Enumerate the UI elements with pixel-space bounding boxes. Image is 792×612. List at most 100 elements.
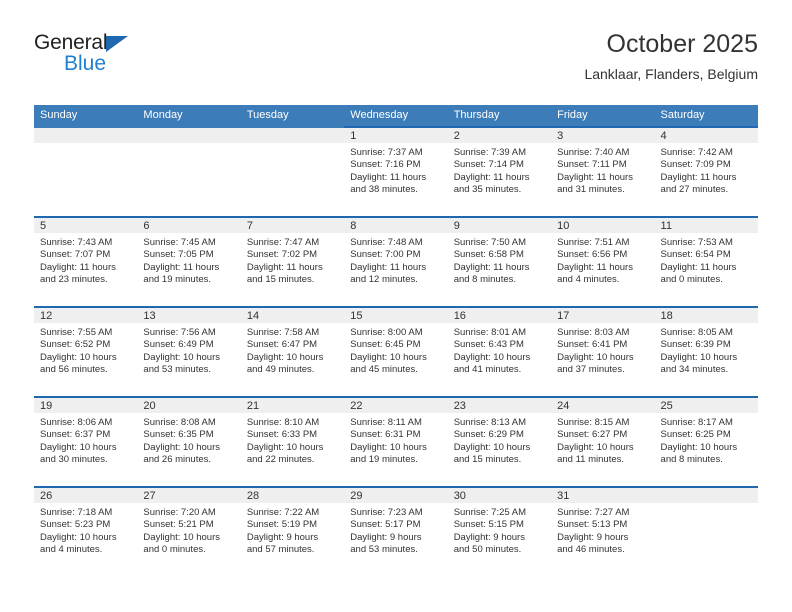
calendar-day-cell[interactable]: 27 Sunrise: 7:20 AM Sunset: 5:21 PM Dayligh… — [137, 486, 241, 576]
calendar-day-cell[interactable]: 3 Sunrise: 7:40 AM Sunset: 7:11 PM Daylight… — [551, 126, 655, 216]
day-details: Sunrise: 8:10 AM Sunset: 6:33 PM Daylight:… — [241, 413, 344, 466]
calendar-day-cell[interactable]: 6 Sunrise: 7:45 AM Sunset: 7:05 PM Daylight… — [137, 216, 241, 306]
daylight-duration-line2: and 23 minutes. — [40, 273, 108, 285]
day-number: 28 — [240, 488, 345, 503]
calendar-day-cell[interactable]: 15 Sunrise: 8:00 AM Sunset: 6:45 PM Dayligh… — [344, 306, 448, 396]
day-number: 4 — [654, 128, 758, 143]
calendar-week-row: 19 Sunrise: 8:06 AM Sunset: 6:37 PM Dayligh… — [34, 396, 758, 486]
calendar-day-cell[interactable]: 9 Sunrise: 7:50 AM Sunset: 6:58 PM Daylight… — [447, 216, 552, 306]
day-details: Sunrise: 7:39 AM Sunset: 7:14 PM Daylight:… — [448, 143, 551, 196]
calendar-day-cell[interactable]: 19 Sunrise: 8:06 AM Sunset: 6:37 PM Dayligh… — [34, 396, 138, 486]
sunrise-time: Sunrise: 8:05 AM — [660, 327, 733, 338]
daylight-duration-line1: Daylight: 10 hours — [557, 351, 634, 363]
sunset-time: Sunset: 5:15 PM — [453, 519, 524, 531]
sunset-time: Sunset: 6:27 PM — [557, 429, 628, 441]
sunrise-time: Sunrise: 7:40 AM — [557, 147, 630, 158]
day-cell-inner: 12 Sunrise: 7:55 AM Sunset: 6:52 PM Dayligh… — [34, 306, 138, 396]
calendar-day-cell[interactable]: 30 Sunrise: 7:25 AM Sunset: 5:15 PM Dayligh… — [447, 486, 552, 576]
daylight-duration-line2: and 4 minutes. — [557, 273, 620, 285]
calendar-day-cell[interactable]: 12 Sunrise: 7:55 AM Sunset: 6:52 PM Dayligh… — [34, 306, 138, 396]
day-cell-inner: 30 Sunrise: 7:25 AM Sunset: 5:15 PM Dayligh… — [447, 486, 552, 576]
sunset-time: Sunset: 7:09 PM — [660, 159, 731, 171]
daylight-duration-line1: Daylight: 11 hours — [350, 261, 427, 273]
day-number: 7 — [240, 218, 345, 233]
day-number: 19 — [34, 398, 138, 413]
page-title: October 2025 — [606, 30, 759, 58]
calendar-day-cell[interactable]: 13 Sunrise: 7:56 AM Sunset: 6:49 PM Dayligh… — [137, 306, 241, 396]
day-details: Sunrise: 7:58 AM Sunset: 6:47 PM Daylight:… — [241, 323, 344, 376]
daylight-duration-line2: and 57 minutes. — [246, 543, 315, 555]
calendar-day-cell[interactable]: 8 Sunrise: 7:48 AM Sunset: 7:00 PM Daylight… — [344, 216, 448, 306]
day-number: 3 — [551, 128, 655, 143]
sunrise-time: Sunrise: 8:13 AM — [453, 417, 527, 428]
calendar-day-cell[interactable]: 10 Sunrise: 7:51 AM Sunset: 6:56 PM Dayligh… — [551, 216, 655, 306]
calendar-day-cell[interactable]: 4 Sunrise: 7:42 AM Sunset: 7:09 PM Daylight… — [654, 126, 758, 216]
location-subtitle: Lanklaar, Flanders, Belgium — [584, 65, 758, 82]
weekday-header-friday: Friday — [551, 105, 655, 126]
sunrise-time: Sunrise: 7:55 AM — [40, 327, 113, 338]
daylight-duration-line2: and 50 minutes. — [453, 543, 522, 555]
daylight-duration-line1: Daylight: 10 hours — [660, 441, 738, 453]
sunset-time: Sunset: 7:02 PM — [246, 249, 318, 261]
day-number — [240, 128, 345, 143]
day-number — [137, 128, 241, 143]
day-details: Sunrise: 8:01 AM Sunset: 6:43 PM Daylight:… — [448, 323, 551, 376]
calendar-day-cell[interactable]: 31 Sunrise: 7:27 AM Sunset: 5:13 PM Dayligh… — [551, 486, 655, 576]
sunrise-sunset-calendar: Sunday Monday Tuesday Wednesday Thursday Frid… — [34, 105, 758, 576]
triangle-logo-icon — [106, 36, 129, 52]
title-block: October 2025 Lanklaar, Flanders, Belgium — [584, 30, 758, 82]
calendar-day-cell[interactable]: 17 Sunrise: 8:03 AM Sunset: 6:41 PM Dayligh… — [551, 306, 655, 396]
calendar-day-cell[interactable]: 16 Sunrise: 8:01 AM Sunset: 6:43 PM Dayligh… — [447, 306, 552, 396]
calendar-day-cell[interactable]: 21 Sunrise: 8:10 AM Sunset: 6:33 PM Dayligh… — [240, 396, 345, 486]
sunset-time: Sunset: 6:52 PM — [40, 339, 111, 351]
sunset-time: Sunset: 6:31 PM — [350, 429, 421, 441]
calendar-day-cell[interactable]: 1 Sunrise: 7:37 AM Sunset: 7:16 PM Daylight… — [344, 126, 448, 216]
daylight-duration-line2: and 37 minutes. — [557, 363, 625, 375]
calendar-day-cell[interactable]: 25 Sunrise: 8:17 AM Sunset: 6:25 PM Dayligh… — [654, 396, 758, 486]
calendar-day-cell[interactable]: 11 Sunrise: 7:53 AM Sunset: 6:54 PM Dayligh… — [654, 216, 758, 306]
day-number: 13 — [137, 308, 241, 323]
day-number: 11 — [654, 218, 758, 233]
calendar-day-cell[interactable]: 26 Sunrise: 7:18 AM Sunset: 5:23 PM Dayligh… — [34, 486, 138, 576]
calendar-day-cell[interactable]: 14 Sunrise: 7:58 AM Sunset: 6:47 PM Dayligh… — [240, 306, 345, 396]
day-cell-inner: 29 Sunrise: 7:23 AM Sunset: 5:17 PM Dayligh… — [344, 486, 448, 576]
day-cell-inner — [137, 126, 241, 216]
daylight-duration-line1: Daylight: 11 hours — [660, 171, 737, 183]
sunrise-time: Sunrise: 7:22 AM — [246, 507, 320, 518]
day-cell-inner: 20 Sunrise: 8:08 AM Sunset: 6:35 PM Dayligh… — [137, 396, 241, 486]
day-details: Sunrise: 7:25 AM Sunset: 5:15 PM Daylight:… — [448, 503, 551, 556]
daylight-duration-line1: Daylight: 11 hours — [660, 261, 737, 273]
calendar-day-cell[interactable]: 18 Sunrise: 8:05 AM Sunset: 6:39 PM Dayligh… — [654, 306, 758, 396]
day-number: 27 — [137, 488, 241, 503]
daylight-duration-line1: Daylight: 10 hours — [350, 351, 427, 363]
daylight-duration-line2: and 12 minutes. — [350, 273, 418, 285]
calendar-day-cell[interactable]: 7 Sunrise: 7:47 AM Sunset: 7:02 PM Daylight… — [240, 216, 345, 306]
calendar-day-cell[interactable]: 5 Sunrise: 7:43 AM Sunset: 7:07 PM Daylight… — [34, 216, 138, 306]
sunrise-time: Sunrise: 7:58 AM — [246, 327, 320, 338]
sunrise-time: Sunrise: 7:25 AM — [453, 507, 527, 518]
day-details: Sunrise: 7:23 AM Sunset: 5:17 PM Daylight:… — [344, 503, 447, 556]
calendar-page: General Blue October 2025 Lanklaar, Flan… — [0, 0, 792, 612]
calendar-day-cell[interactable]: 29 Sunrise: 7:23 AM Sunset: 5:17 PM Dayligh… — [344, 486, 448, 576]
day-number: 12 — [34, 308, 138, 323]
day-number: 16 — [447, 308, 552, 323]
sunrise-time: Sunrise: 7:23 AM — [350, 507, 423, 518]
day-cell-inner: 7 Sunrise: 7:47 AM Sunset: 7:02 PM Daylight… — [240, 216, 345, 306]
sunset-time: Sunset: 5:17 PM — [350, 519, 421, 531]
day-details: Sunrise: 8:05 AM Sunset: 6:39 PM Daylight:… — [655, 323, 758, 376]
calendar-day-cell[interactable]: 20 Sunrise: 8:08 AM Sunset: 6:35 PM Dayligh… — [137, 396, 241, 486]
daylight-duration-line1: Daylight: 11 hours — [557, 171, 633, 183]
calendar-day-cell[interactable]: 28 Sunrise: 7:22 AM Sunset: 5:19 PM Dayligh… — [240, 486, 345, 576]
calendar-day-cell[interactable]: 2 Sunrise: 7:39 AM Sunset: 7:14 PM Daylight… — [447, 126, 552, 216]
sunset-time: Sunset: 7:14 PM — [453, 159, 524, 171]
day-number: 30 — [447, 488, 552, 503]
calendar-day-cell[interactable]: 22 Sunrise: 8:11 AM Sunset: 6:31 PM Dayligh… — [344, 396, 448, 486]
day-cell-inner: 4 Sunrise: 7:42 AM Sunset: 7:09 PM Daylight… — [654, 126, 758, 216]
calendar-day-cell[interactable]: 23 Sunrise: 8:13 AM Sunset: 6:29 PM Dayligh… — [447, 396, 552, 486]
day-details: Sunrise: 7:45 AM Sunset: 7:05 PM Daylight:… — [137, 233, 240, 286]
day-cell-inner: 31 Sunrise: 7:27 AM Sunset: 5:13 PM Dayligh… — [551, 486, 655, 576]
daylight-duration-line1: Daylight: 11 hours — [453, 261, 530, 273]
general-blue-logo[interactable]: General Blue — [34, 32, 234, 92]
day-number: 9 — [447, 218, 552, 233]
calendar-day-cell[interactable]: 24 Sunrise: 8:15 AM Sunset: 6:27 PM Dayligh… — [551, 396, 655, 486]
